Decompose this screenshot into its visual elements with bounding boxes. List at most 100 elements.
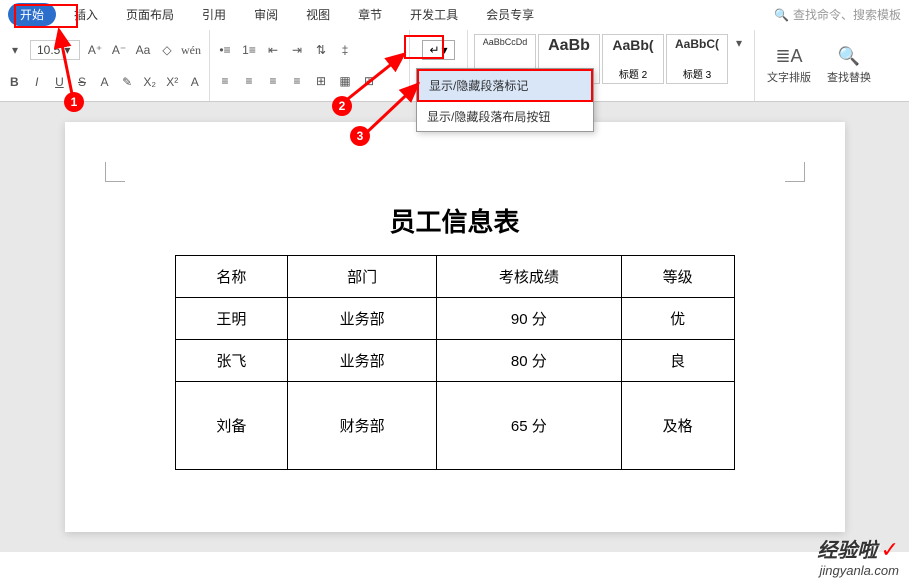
chevron-down-icon: ▾ <box>442 43 448 57</box>
watermark-text: 经验啦 <box>817 540 877 562</box>
document-title: 员工信息表 <box>115 202 795 239</box>
table-header-cell: 等级 <box>621 256 734 298</box>
table-cell: 业务部 <box>288 298 437 340</box>
watermark-check-icon: ✓ <box>881 537 899 562</box>
font-size-value: 10.5 <box>37 43 60 57</box>
table-cell: 90 分 <box>437 298 622 340</box>
tab-developer[interactable]: 开发工具 <box>400 3 468 26</box>
chevron-down-icon: ▾ <box>64 43 70 57</box>
superscript-icon[interactable]: X² <box>164 73 181 91</box>
page-corner-tl <box>105 162 125 182</box>
subscript-icon[interactable]: X₂ <box>141 73 158 91</box>
align-left-icon[interactable]: ≡ <box>216 72 234 90</box>
style-label: 标题 2 <box>619 66 647 81</box>
table-header-cell: 名称 <box>175 256 288 298</box>
page-corner-tr <box>785 162 805 182</box>
table-cell: 财务部 <box>288 382 437 470</box>
justify-icon[interactable]: ≡ <box>288 72 306 90</box>
table-cell: 刘备 <box>175 382 288 470</box>
text-layout-icon: ≣A <box>775 46 802 67</box>
document-area: 员工信息表 名称 部门 考核成绩 等级 王明 业务部 90 分 优 张飞 业务部… <box>0 102 909 552</box>
shading-icon[interactable]: ▦ <box>336 72 354 90</box>
style-preview: AaBbCcDd <box>483 37 528 47</box>
tab-page-layout[interactable]: 页面布局 <box>116 3 184 26</box>
tab-insert[interactable]: 插入 <box>64 3 108 26</box>
tab-references[interactable]: 引用 <box>192 3 236 26</box>
menubar: 开始 插入 页面布局 引用 审阅 视图 章节 开发工具 会员专享 🔍 查找命令、… <box>0 0 909 30</box>
table-cell: 良 <box>621 340 734 382</box>
table-cell: 优 <box>621 298 734 340</box>
dropdown-icon[interactable]: ▾ <box>6 41 24 59</box>
increase-font-icon[interactable]: A⁺ <box>86 41 104 59</box>
style-label: 标题 3 <box>683 66 711 81</box>
distribute-icon[interactable]: ⊞ <box>312 72 330 90</box>
align-center-icon[interactable]: ≡ <box>240 72 258 90</box>
sort-icon[interactable]: ⇅ <box>312 41 330 59</box>
right-tools: ≣A 文字排版 🔍 查找替换 <box>754 30 883 101</box>
style-preview: AaBb <box>548 37 590 55</box>
tab-view[interactable]: 视图 <box>296 3 340 26</box>
search-placeholder: 查找命令、搜索模板 <box>793 6 901 23</box>
font-group: ▾ 10.5 ▾ A⁺ A⁻ Aa ◇ wén B I U S A ✎ X₂ X… <box>0 30 210 101</box>
watermark-url: jingyanla.com <box>817 563 899 578</box>
decrease-indent-icon[interactable]: ⇤ <box>264 41 282 59</box>
styles-more-icon[interactable]: ▾ <box>730 34 748 52</box>
decrease-font-icon[interactable]: A⁻ <box>110 41 128 59</box>
bold-icon[interactable]: B <box>6 73 23 91</box>
table-cell: 80 分 <box>437 340 622 382</box>
annotation-number-3: 3 <box>350 126 370 146</box>
bullets-icon[interactable]: •≡ <box>216 41 234 59</box>
search-icon: 🔍 <box>774 8 789 22</box>
numbering-icon[interactable]: 1≡ <box>240 41 258 59</box>
employee-table: 名称 部门 考核成绩 等级 王明 业务部 90 分 优 张飞 业务部 80 分 … <box>175 255 735 470</box>
character-border-icon[interactable]: A <box>187 73 204 91</box>
font-size-input[interactable]: 10.5 ▾ <box>30 40 80 60</box>
underline-icon[interactable]: U <box>51 73 68 91</box>
annotation-number-1: 1 <box>64 92 84 112</box>
table-row: 王明 业务部 90 分 优 <box>175 298 734 340</box>
tab-sections[interactable]: 章节 <box>348 3 392 26</box>
style-preview: AaBbC( <box>675 37 719 51</box>
paragraph-mark-dropdown: 显示/隐藏段落标记 显示/隐藏段落布局按钮 <box>416 68 594 132</box>
find-replace-label: 查找替换 <box>827 69 871 85</box>
italic-icon[interactable]: I <box>29 73 46 91</box>
paragraph-mark-button[interactable]: ↵ ▾ <box>422 40 454 60</box>
style-heading2[interactable]: AaBb( 标题 2 <box>602 34 664 84</box>
change-case-icon[interactable]: Aa <box>134 41 152 59</box>
watermark: 经验啦 ✓ jingyanla.com <box>817 534 899 578</box>
tab-member[interactable]: 会员专享 <box>476 3 544 26</box>
borders-icon[interactable]: ⊞ <box>360 72 378 90</box>
style-heading3[interactable]: AaBbC( 标题 3 <box>666 34 728 84</box>
strikethrough-icon[interactable]: S <box>74 73 91 91</box>
tab-start[interactable]: 开始 <box>8 3 56 26</box>
annotation-number-2: 2 <box>332 96 352 116</box>
table-cell: 65 分 <box>437 382 622 470</box>
search-box[interactable]: 🔍 查找命令、搜索模板 <box>774 6 901 23</box>
document-page: 员工信息表 名称 部门 考核成绩 等级 王明 业务部 90 分 优 张飞 业务部… <box>65 122 845 532</box>
phonetic-icon[interactable]: wén <box>182 41 200 59</box>
text-layout-label: 文字排版 <box>767 69 811 85</box>
dropdown-item-layout-button[interactable]: 显示/隐藏段落布局按钮 <box>417 102 593 131</box>
pilcrow-icon: ↵ <box>429 43 439 57</box>
highlight-icon[interactable]: ✎ <box>119 73 136 91</box>
increase-indent-icon[interactable]: ⇥ <box>288 41 306 59</box>
align-right-icon[interactable]: ≡ <box>264 72 282 90</box>
table-row: 刘备 财务部 65 分 及格 <box>175 382 734 470</box>
table-header-cell: 部门 <box>288 256 437 298</box>
text-layout-button[interactable]: ≣A 文字排版 <box>767 46 811 85</box>
style-preview: AaBb( <box>612 37 653 53</box>
line-spacing-icon[interactable]: ‡ <box>336 41 354 59</box>
table-header-row: 名称 部门 考核成绩 等级 <box>175 256 734 298</box>
paragraph-group: •≡ 1≡ ⇤ ⇥ ⇅ ‡ ≡ ≡ ≡ ≡ ⊞ ▦ ⊞ <box>210 30 410 101</box>
find-replace-icon: 🔍 <box>838 46 860 67</box>
table-cell: 王明 <box>175 298 288 340</box>
table-row: 张飞 业务部 80 分 良 <box>175 340 734 382</box>
table-cell: 张飞 <box>175 340 288 382</box>
find-replace-button[interactable]: 🔍 查找替换 <box>827 46 871 85</box>
clear-format-icon[interactable]: ◇ <box>158 41 176 59</box>
font-color-icon[interactable]: A <box>96 73 113 91</box>
table-header-cell: 考核成绩 <box>437 256 622 298</box>
tab-review[interactable]: 审阅 <box>244 3 288 26</box>
dropdown-item-show-marks[interactable]: 显示/隐藏段落标记 <box>417 69 593 102</box>
table-cell: 业务部 <box>288 340 437 382</box>
